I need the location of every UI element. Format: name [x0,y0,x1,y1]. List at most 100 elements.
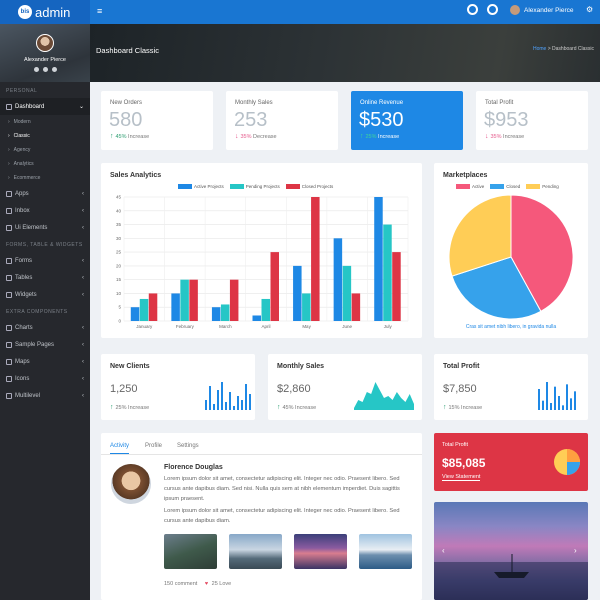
multilevel-icon [6,392,12,399]
sales-bar-chart: 0 5 10 15 20 25 30 35 40 45 January February March Ap… [116,195,409,329]
stat-percent: 45% [115,134,127,140]
menu-toggle-icon[interactable]: ≡ [97,6,102,16]
tab-activity[interactable]: Activity [110,443,130,454]
stat-label: Online Revenue [360,100,404,106]
profile-name[interactable]: Alexander Pierce [0,57,90,63]
sidebar-item-sample-pages[interactable]: Sample Pages ‹ [0,336,90,353]
photo-carousel[interactable]: ‹ › [434,502,588,600]
chevron-right-icon: ‹ [82,274,84,281]
carousel-next-icon[interactable]: › [574,546,577,555]
y-tick-label: 15 [116,277,122,282]
breadcrumb-current: Dashboard Classic [552,46,594,52]
spark-bar [217,390,219,410]
total-profit-card: Total Profit $85,085 View Statement [434,433,588,491]
chevron-right-icon: ‹ [82,375,84,382]
page-title: Dashboard Classic [96,46,159,55]
forms-icon [6,257,12,264]
carousel-prev-icon[interactable]: ‹ [442,546,445,555]
activity-avatar[interactable] [111,464,151,504]
like-count[interactable]: 25 Love [212,581,232,587]
y-tick-label: 10 [116,291,122,296]
spark-bar [562,405,564,410]
gallery-thumb-3[interactable] [294,534,347,569]
gallery-thumb-4[interactable] [359,534,412,569]
stat-trend: Decrease [253,134,277,140]
notification-icon[interactable] [467,4,478,15]
sidebar-item-maps[interactable]: Maps ‹ [0,353,90,370]
spark-bar [542,400,544,410]
spark-bar [233,406,235,410]
sidebar-item-widgets[interactable]: Widgets ‹ [0,286,90,303]
small-stat-note-text: 15% Increase [448,405,483,411]
x-tick-label: June [342,324,352,329]
bar-pending-projects [180,279,189,321]
stat-card: New Orders 580 ↑ 45% Increase [101,91,213,150]
sparkline [354,382,414,410]
sidebar-item-charts[interactable]: Charts ‹ [0,319,90,336]
breadcrumb-home[interactable]: Home [533,46,546,52]
x-tick-label: February [176,324,195,329]
sidebar-item-label: Charts [15,324,33,331]
user-avatar [510,5,520,15]
stat-percent: 35% [240,134,252,140]
sidebar-subitem-analytics[interactable]: Analytics [0,157,90,171]
message-icon[interactable] [487,4,498,15]
sales-analytics-card: Sales Analytics Active Projects Pending P… [101,163,422,338]
mail-icon[interactable] [33,67,39,72]
spark-area [354,382,414,410]
settings-gear-icon[interactable]: ⚙ [586,5,593,14]
bar-active-projects [130,307,140,321]
power-icon[interactable] [51,67,57,72]
bar-closed-projects [148,293,158,321]
sidebar-item-icons[interactable]: Icons ‹ [0,370,90,387]
spark-bar [566,384,568,410]
settings-icon[interactable] [42,67,48,72]
small-stat-card: New Clients 1,250 ↑ 25% Increase [101,354,255,420]
stat-label: New Orders [110,100,143,106]
sidebar-subitem-ecommerce[interactable]: Ecommerce [0,171,90,185]
logo[interactable]: bis admin [0,0,90,24]
activity-footer: 150 comment ♥ 25 Love [164,581,231,587]
y-tick-label: 45 [116,195,122,200]
sidebar-item-multilevel[interactable]: Multilevel ‹ [0,387,90,404]
stat-percent: 25% [365,134,377,140]
sparkline [538,382,576,410]
sidebar-subitem-agency[interactable]: Agency [0,143,90,157]
heart-icon[interactable]: ♥ [205,581,208,587]
x-tick-label: April [261,324,270,329]
bar-active-projects [293,265,302,321]
sidebar-item-inbox[interactable]: Inbox ‹ [0,202,90,219]
stat-trend: Increase [378,134,400,140]
comment-count[interactable]: 150 comment [164,581,197,587]
chevron-right-icon: ‹ [82,341,84,348]
tab-settings[interactable]: Settings [177,443,199,449]
sidebar-item-tables[interactable]: Tables ‹ [0,269,90,286]
apps-icon [6,190,12,197]
sidebar-item-forms[interactable]: Forms ‹ [0,252,90,269]
gallery-thumb-1[interactable] [164,534,217,569]
tab-profile[interactable]: Profile [145,443,162,449]
pie-caption: Cras sit amet nibh libero, in gravida nu… [465,324,557,330]
sidebar-item-dashboard[interactable]: Dashboard ⌄ [0,98,90,115]
chevron-right-icon: ‹ [82,257,84,264]
dashboard-submenu: ModernClassicAgencyAnalyticsEcommerce [0,115,90,185]
sidebar-subitem-modern[interactable]: Modern [0,115,90,129]
stat-note: ↑ 45% Increase [110,133,149,140]
y-tick-label: 20 [116,263,122,268]
sidebar-item-label: Inbox [15,207,30,214]
small-stat-value: 1,250 [110,383,138,395]
x-tick-label: March [219,324,232,329]
gallery-thumb-2[interactable] [229,534,282,569]
user-menu[interactable]: Alexander Pierce [510,5,574,15]
activity-user-name[interactable]: Florence Douglas [164,464,223,471]
sidebar-item-ui-elements[interactable]: Ui Elements ‹ [0,219,90,236]
sidebar-item-apps[interactable]: Apps ‹ [0,185,90,202]
maps-icon [6,358,12,365]
stat-value: 253 [234,109,268,131]
view-statement-link[interactable]: View Statement [442,474,481,481]
profile-avatar[interactable] [36,34,54,52]
sample-pages-icon [6,341,12,348]
y-tick-label: 0 [118,319,121,324]
sidebar-subitem-classic[interactable]: Classic [0,129,90,143]
bar-active-projects [374,197,383,321]
